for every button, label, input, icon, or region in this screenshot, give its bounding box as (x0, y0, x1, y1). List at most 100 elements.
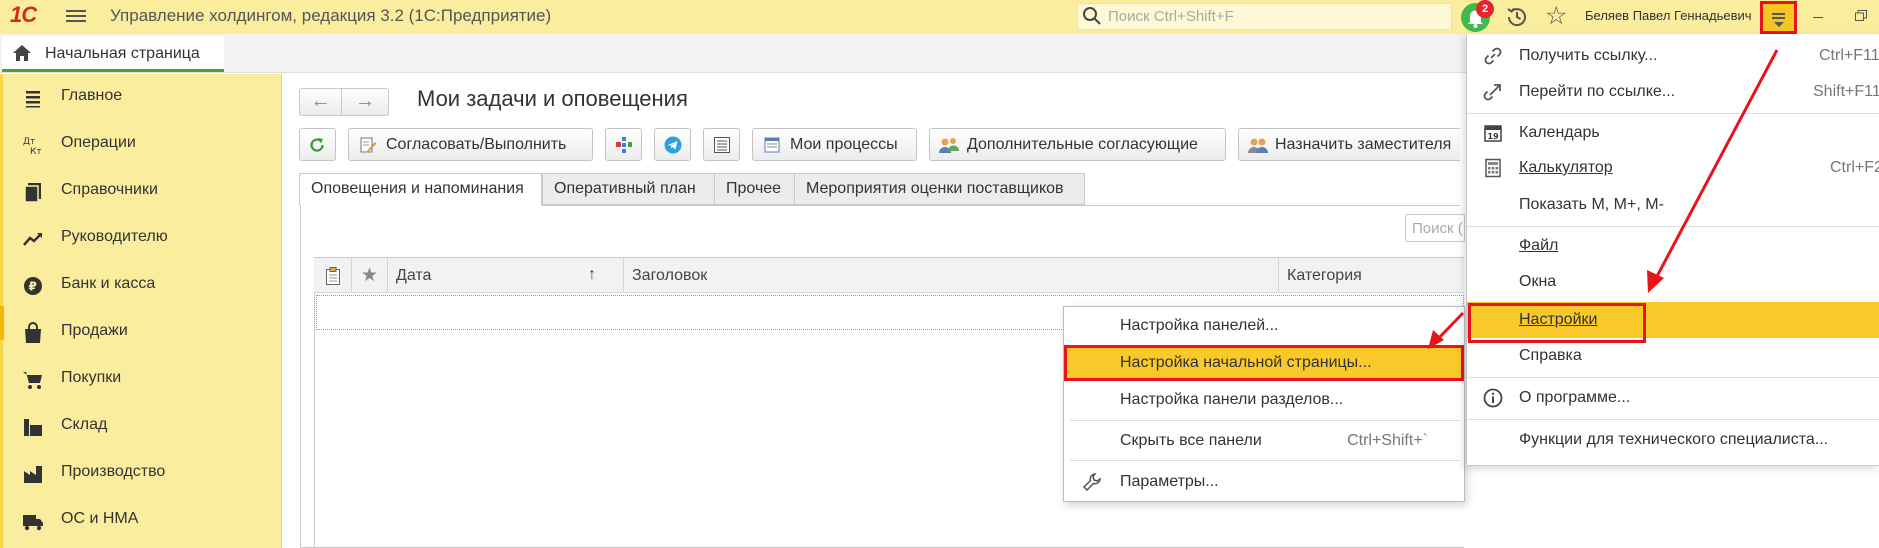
main-menu-button[interactable] (1760, 1, 1797, 34)
favorites-star-icon[interactable]: ☆ (1545, 3, 1567, 29)
forward-button[interactable]: → (342, 88, 389, 116)
sort-ascending-icon: ↑ (588, 266, 596, 283)
process-map-button[interactable] (605, 128, 642, 161)
list-icon (26, 91, 40, 108)
assign-deputy-button[interactable]: Назначить заместителя (1238, 128, 1460, 161)
tasks-table-header: ★ Дата ↑ Заголовок Категория (314, 258, 1464, 293)
sidebar-item-label: ОС и НМА (61, 510, 139, 527)
menu-item-get-link[interactable]: Получить ссылку... Ctrl+F11 (1467, 38, 1879, 74)
menu-separator (1467, 226, 1879, 227)
home-tab[interactable]: Начальная страница (2, 36, 224, 72)
truck-icon (23, 515, 43, 531)
processes-icon (764, 137, 780, 153)
menu-item-home-page-settings[interactable]: Настройка начальной страницы... (1064, 345, 1464, 381)
sidebar-item-assets[interactable]: ОС и НМА (0, 497, 282, 544)
refresh-icon (310, 138, 324, 152)
warehouse-icon (24, 419, 42, 436)
settings-highlight-frame (1468, 303, 1646, 343)
sidebar-item-production[interactable]: Производство (0, 450, 282, 497)
sidebar-item-purchases[interactable]: Покупки (0, 356, 282, 403)
menu-item-label: Справка (1519, 347, 1582, 364)
books-icon (24, 183, 41, 203)
tab-label: Мероприятия оценки поставщиков (806, 180, 1064, 197)
title-bar: 1С Управление холдингом, редакция 3.2 (1… (0, 0, 1879, 34)
menu-item-label: Окна (1519, 273, 1557, 290)
notifications-badge: 2 (1476, 0, 1494, 18)
sidebar-item-references[interactable]: Справочники (0, 168, 282, 215)
sidebar-item-main[interactable]: Главное (0, 74, 282, 121)
back-button[interactable]: ← (299, 88, 342, 116)
tab-notifications[interactable]: Оповещения и напоминания (299, 173, 542, 206)
refresh-button[interactable] (299, 128, 336, 161)
column-favorite[interactable]: ★ (352, 258, 388, 293)
menu-item-go-to-link[interactable]: Перейти по ссылке... Shift+F11 (1467, 74, 1879, 110)
menu-item-help[interactable]: Справка (1467, 338, 1879, 374)
approve-execute-button[interactable]: Согласовать/Выполнить (348, 128, 593, 161)
column-category[interactable]: Категория (1279, 258, 1464, 293)
additional-approvers-label: Дополнительные согласующие (967, 136, 1198, 153)
additional-approvers-button[interactable]: Дополнительные согласующие (929, 128, 1226, 161)
tab-label: Оперативный план (554, 180, 696, 197)
calculator-icon (1485, 158, 1501, 178)
tab-operational-plan[interactable]: Оперативный план (542, 173, 715, 205)
search-icon (1083, 7, 1101, 25)
menu-item-label: Файл (1519, 237, 1559, 254)
sidebar-item-label: Банк и касса (61, 275, 156, 292)
column-date[interactable]: Дата ↑ (388, 258, 624, 293)
settings-submenu: Настройка панелей... Настройка начальной… (1063, 306, 1465, 502)
column-attachment[interactable] (314, 258, 352, 293)
restore-window-icon[interactable] (1855, 10, 1867, 21)
hamburger-menu-icon[interactable] (66, 7, 86, 27)
tab-label: Прочее (726, 180, 782, 197)
menu-item-hide-all-panels[interactable]: Скрыть все панели Ctrl+Shift+` (1064, 423, 1464, 459)
sidebar-item-operations[interactable]: Дт Кт Операции (0, 121, 282, 168)
tab-other[interactable]: Прочее (714, 173, 795, 205)
report-button[interactable] (703, 128, 740, 161)
my-processes-button[interactable]: Мои процессы (752, 128, 917, 161)
minimize-icon[interactable] (1813, 17, 1823, 18)
sidebar-item-bank[interactable]: ₽ Банк и касса (0, 262, 282, 309)
menu-item-label: Показать М, М+, М- (1519, 196, 1664, 213)
current-user[interactable]: Беляев Павел Геннадьевич (1585, 8, 1752, 23)
svg-text:Дт: Дт (23, 137, 35, 147)
menu-item-panels-settings[interactable]: Настройка панелей... (1064, 308, 1464, 344)
app-logo: 1С (10, 2, 37, 27)
my-processes-label: Мои процессы (790, 136, 898, 153)
factory-icon (24, 466, 42, 483)
menu-item-parameters[interactable]: Параметры... (1064, 464, 1464, 500)
menu-item-calendar[interactable]: 19 Календарь (1467, 115, 1879, 151)
tab-label: Оповещения и напоминания (311, 180, 524, 197)
menu-item-windows[interactable]: Окна (1467, 264, 1879, 300)
list-search-field[interactable]: Поиск ( (1405, 214, 1465, 242)
sidebar-item-label: Покупки (61, 369, 122, 386)
sidebar-item-label: Руководителю (61, 228, 168, 245)
menu-separator (1467, 113, 1879, 114)
menu-item-shortcut: Shift+F11 (1813, 83, 1879, 100)
menu-item-show-memory[interactable]: Показать М, М+, М- (1467, 187, 1879, 223)
link-icon (1484, 47, 1502, 65)
sections-sidebar: Главное Дт Кт Операции Справочники Руково… (0, 74, 282, 548)
tab-supplier-evaluation[interactable]: Мероприятия оценки поставщиков (794, 173, 1085, 205)
svg-text:₽: ₽ (29, 280, 37, 294)
arrow-right-icon: → (355, 90, 375, 112)
list-search-placeholder: Поиск ( (1412, 220, 1463, 237)
menu-item-calculator[interactable]: Калькулятор Ctrl+F2 (1467, 150, 1879, 186)
sidebar-item-warehouse[interactable]: Склад (0, 403, 282, 450)
search-input[interactable] (1102, 4, 1442, 29)
sidebar-item-label: Производство (61, 463, 166, 480)
column-title[interactable]: Заголовок (624, 258, 1279, 293)
menu-item-sections-panel-settings[interactable]: Настройка панели разделов... (1064, 382, 1464, 418)
document-edit-icon (360, 137, 377, 153)
menu-item-tech-specialist-functions[interactable]: Функции для технического специалиста... (1467, 422, 1879, 458)
menu-item-about[interactable]: О программе... (1467, 380, 1879, 416)
history-icon[interactable] (1505, 5, 1529, 29)
menu-separator (1467, 377, 1879, 378)
sidebar-item-sales[interactable]: Продажи (0, 309, 282, 356)
menu-separator (1070, 460, 1460, 461)
telegram-button[interactable] (654, 128, 691, 161)
menu-item-file[interactable]: Файл (1467, 228, 1879, 264)
column-date-label: Дата (396, 267, 432, 284)
sidebar-item-label: Операции (61, 134, 136, 151)
sidebar-item-management[interactable]: Руководителю (0, 215, 282, 262)
global-search[interactable] (1077, 3, 1452, 30)
